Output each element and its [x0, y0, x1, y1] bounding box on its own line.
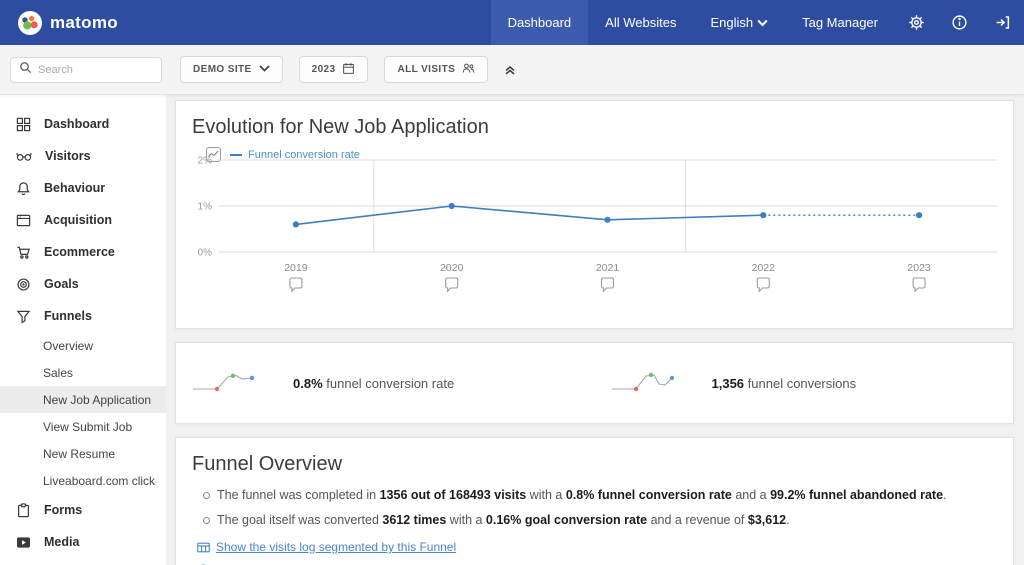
matomo-brand[interactable]: matomo	[0, 0, 136, 45]
metric-text: 1,356 funnel conversions	[711, 375, 857, 391]
metrics-card: 0.8% funnel conversion rate 1,356 funnel…	[175, 342, 1014, 424]
sidebar-subitem-sales[interactable]: Sales	[0, 359, 166, 386]
visits-log-icon	[197, 542, 210, 552]
sign-out-icon[interactable]	[981, 0, 1024, 45]
matomo-app: matomo Dashboard All Websites English Ta…	[0, 0, 1024, 565]
search-icon	[19, 61, 32, 79]
y-tick-label: 1%	[198, 202, 213, 213]
y-tick-label: 2%	[198, 156, 213, 167]
nav-tab-all-websites[interactable]: All Websites	[588, 0, 693, 45]
matomo-logo-icon	[18, 10, 42, 35]
x-tick-label: 2022	[752, 262, 776, 274]
sidebar-item-goals[interactable]: Goals	[0, 268, 166, 300]
x-tick-label: 2021	[596, 262, 620, 274]
funnel-overview-title: Funnel Overview	[192, 453, 343, 475]
browser-window-icon	[16, 214, 31, 226]
visits-log-link-row: Show the visits log segmented by this Fu…	[197, 540, 1013, 554]
shopping-cart-icon	[17, 246, 30, 259]
y-tick-label: 0%	[198, 248, 213, 259]
x-tick-label: 2023	[907, 262, 931, 274]
sidebar-item-visitors[interactable]: Visitors	[0, 140, 166, 172]
funnel-icon	[16, 310, 31, 323]
sparkline-conversions	[611, 372, 674, 392]
goal-stats-bullet: The goal itself was converted 3612 times…	[203, 512, 1013, 528]
sidebar-subitem-liveaboard-click[interactable]: Liveaboard.com click	[0, 467, 166, 494]
sidebar-subitem-overview[interactable]: Overview	[0, 332, 166, 359]
annotation-bubble-icon[interactable]	[289, 277, 303, 293]
top-navbar: matomo Dashboard All Websites English Ta…	[0, 0, 1024, 45]
sidebar-item-funnels[interactable]: Funnels	[0, 300, 166, 332]
left-sidebar: Dashboard Visitors Behaviour Acquisition…	[0, 95, 166, 565]
brand-name: matomo	[50, 12, 118, 32]
period-selector-button[interactable]: 2023	[298, 56, 369, 83]
metric-text: 0.8% funnel conversion rate	[293, 375, 455, 391]
chevron-down-icon	[757, 19, 768, 27]
series-line	[295, 205, 764, 226]
visitors-goggles-icon	[16, 152, 32, 161]
evolution-title: Evolution for New Job Application	[192, 116, 489, 138]
help-info-icon[interactable]	[938, 0, 981, 45]
funnel-overview-bullets: The funnel was completed in 1356 out of …	[176, 487, 1013, 528]
nav-tab-language[interactable]: English	[693, 0, 785, 45]
evolution-card: Evolution for New Job Application Funnel…	[175, 100, 1014, 329]
data-point[interactable]	[292, 221, 299, 228]
segment-users-icon	[462, 62, 475, 77]
media-video-icon	[17, 536, 30, 548]
metric-conversions[interactable]: 1,356 funnel conversions	[595, 367, 1014, 399]
annotation-bubble-icon[interactable]	[912, 277, 926, 293]
segment-selector-button[interactable]: ALL VISITS	[384, 56, 489, 83]
search-input[interactable]	[38, 63, 153, 76]
site-selector-button[interactable]: DEMO SITE	[180, 56, 283, 83]
evolution-chart[interactable]: 0% 1% 2% 2019 2020 2021 2022 2023	[192, 154, 999, 294]
data-point[interactable]	[916, 212, 923, 219]
annotation-bubble-icon[interactable]	[600, 277, 615, 293]
annotation-bubble-icon[interactable]	[445, 277, 459, 293]
target-icon	[17, 277, 30, 291]
sidebar-subitem-view-submit-job[interactable]: View Submit Job	[0, 413, 166, 440]
legend-funnel-conversion-rate[interactable]: Funnel conversion rate	[230, 149, 360, 161]
x-tick-label: 2019	[284, 262, 308, 274]
nav-tab-dashboard[interactable]: Dashboard	[490, 0, 589, 45]
clipboard-icon	[18, 502, 29, 517]
sidebar-item-dashboard[interactable]: Dashboard	[0, 108, 166, 140]
navbar-menu: Dashboard All Websites English Tag Manag…	[490, 0, 1024, 45]
search-box[interactable]	[10, 56, 162, 83]
settings-gear-icon[interactable]	[895, 0, 938, 45]
sidebar-item-behaviour[interactable]: Behaviour	[0, 172, 166, 204]
sidebar-item-acquisition[interactable]: Acquisition	[0, 204, 166, 236]
sidebar-item-forms[interactable]: Forms	[0, 494, 166, 526]
sparkline-conversion-rate	[193, 373, 255, 392]
selector-toolbar: DEMO SITE 2023 ALL VISITS	[0, 45, 1024, 95]
collapse-selectors-icon[interactable]	[503, 63, 517, 77]
sidebar-item-media[interactable]: Media	[0, 526, 166, 558]
bell-icon	[17, 181, 30, 195]
legend-line-swatch	[230, 153, 242, 156]
sidebar-item-ecommerce[interactable]: Ecommerce	[0, 236, 166, 268]
chevron-down-icon	[258, 64, 270, 75]
annotation-bubble-icon[interactable]	[756, 277, 770, 293]
show-visits-log-link[interactable]: Show the visits log segmented by this Fu…	[216, 540, 456, 554]
funnel-stats-bullet: The funnel was completed in 1356 out of …	[203, 487, 1013, 503]
metric-conversion-rate[interactable]: 0.8% funnel conversion rate	[176, 367, 595, 399]
data-point[interactable]	[448, 202, 455, 210]
grid-icon	[16, 117, 31, 131]
sidebar-subitem-new-resume[interactable]: New Resume	[0, 440, 166, 467]
funnel-overview-card: Funnel Overview The funnel was completed…	[175, 437, 1014, 565]
sidebar-subitem-new-job-application[interactable]: New Job Application	[0, 386, 166, 413]
data-point[interactable]	[604, 216, 611, 223]
nav-tab-tag-manager[interactable]: Tag Manager	[785, 0, 895, 45]
x-tick-label: 2020	[440, 262, 464, 274]
calendar-icon	[342, 62, 355, 78]
main-content: Evolution for New Job Application Funnel…	[166, 95, 1024, 565]
data-point[interactable]	[760, 212, 767, 219]
